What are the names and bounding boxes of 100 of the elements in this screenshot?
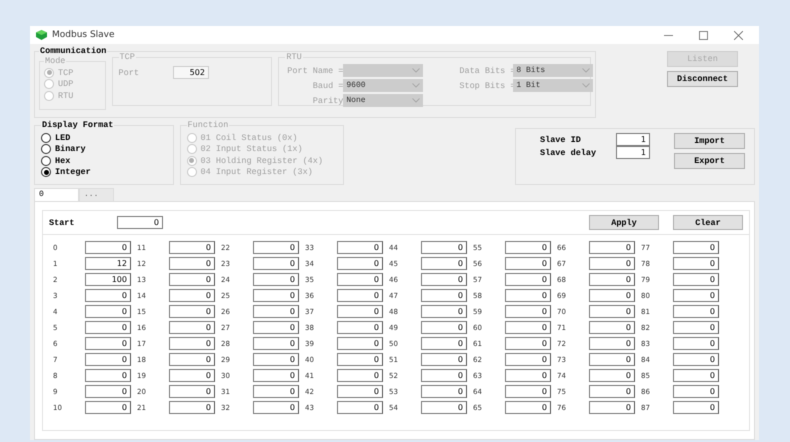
register-field[interactable]: 0: [253, 385, 299, 398]
register-field[interactable]: 0: [589, 273, 635, 286]
register-field[interactable]: 0: [337, 289, 383, 302]
register-field[interactable]: 0: [589, 353, 635, 366]
register-field[interactable]: 0: [505, 289, 551, 302]
register-field[interactable]: 0: [253, 241, 299, 254]
start-field[interactable]: 0: [117, 216, 163, 229]
register-field[interactable]: 0: [673, 273, 719, 286]
register-field[interactable]: 0: [421, 353, 467, 366]
register-field[interactable]: 0: [85, 241, 131, 254]
register-field[interactable]: 0: [505, 257, 551, 270]
register-field[interactable]: 0: [673, 385, 719, 398]
register-field[interactable]: 0: [337, 401, 383, 414]
register-field[interactable]: 0: [421, 369, 467, 382]
radio-option[interactable]: Hex: [41, 155, 167, 166]
register-field[interactable]: 0: [421, 401, 467, 414]
register-field[interactable]: 0: [169, 289, 215, 302]
register-field[interactable]: 0: [253, 369, 299, 382]
register-field[interactable]: 0: [505, 401, 551, 414]
register-field[interactable]: 0: [85, 401, 131, 414]
action-button[interactable]: Apply: [589, 215, 659, 230]
register-field[interactable]: 100: [85, 273, 131, 286]
input-field[interactable]: 1: [616, 146, 650, 159]
register-field[interactable]: 0: [337, 353, 383, 366]
register-field[interactable]: 0: [673, 257, 719, 270]
slave-button[interactable]: Import: [674, 133, 745, 149]
register-field[interactable]: 0: [169, 321, 215, 334]
register-field[interactable]: 0: [169, 305, 215, 318]
register-field[interactable]: 0: [253, 273, 299, 286]
register-field[interactable]: 0: [673, 369, 719, 382]
register-field[interactable]: 0: [421, 305, 467, 318]
register-field[interactable]: 0: [337, 257, 383, 270]
register-field[interactable]: 0: [673, 305, 719, 318]
register-field[interactable]: 0: [337, 337, 383, 350]
register-field[interactable]: 12: [85, 257, 131, 270]
register-field[interactable]: 0: [169, 273, 215, 286]
register-field[interactable]: 0: [589, 337, 635, 350]
register-field[interactable]: 0: [421, 385, 467, 398]
register-field[interactable]: 0: [421, 289, 467, 302]
register-field[interactable]: 0: [169, 369, 215, 382]
register-field[interactable]: 0: [253, 321, 299, 334]
connection-button[interactable]: Disconnect: [667, 71, 738, 87]
register-field[interactable]: 0: [505, 321, 551, 334]
register-field[interactable]: 0: [589, 401, 635, 414]
register-field[interactable]: 0: [589, 321, 635, 334]
action-button[interactable]: Clear: [673, 215, 743, 230]
register-field[interactable]: 0: [673, 401, 719, 414]
register-field[interactable]: 0: [589, 369, 635, 382]
register-field[interactable]: 0: [85, 337, 131, 350]
register-field[interactable]: 0: [337, 369, 383, 382]
register-field[interactable]: 0: [253, 401, 299, 414]
register-field[interactable]: 0: [337, 241, 383, 254]
register-field[interactable]: 0: [85, 369, 131, 382]
register-field[interactable]: 0: [253, 353, 299, 366]
radio-option[interactable]: Binary: [41, 144, 167, 155]
register-field[interactable]: 0: [169, 257, 215, 270]
register-field[interactable]: 0: [169, 385, 215, 398]
register-field[interactable]: 0: [85, 353, 131, 366]
register-field[interactable]: 0: [505, 353, 551, 366]
register-field[interactable]: 0: [421, 337, 467, 350]
register-field[interactable]: 0: [85, 385, 131, 398]
register-field[interactable]: 0: [589, 257, 635, 270]
input-field[interactable]: 1: [616, 133, 650, 146]
register-field[interactable]: 0: [505, 273, 551, 286]
register-field[interactable]: 0: [505, 337, 551, 350]
register-field[interactable]: 0: [673, 241, 719, 254]
register-field[interactable]: 0: [253, 289, 299, 302]
register-field[interactable]: 0: [169, 353, 215, 366]
register-field[interactable]: 0: [421, 241, 467, 254]
radio-option[interactable]: LED: [41, 132, 167, 144]
register-field[interactable]: 0: [589, 305, 635, 318]
register-field[interactable]: 0: [505, 385, 551, 398]
register-field[interactable]: 0: [337, 305, 383, 318]
register-field[interactable]: 0: [421, 321, 467, 334]
register-field[interactable]: 0: [673, 353, 719, 366]
register-field[interactable]: 0: [505, 305, 551, 318]
tab[interactable]: 0: [34, 188, 79, 201]
register-field[interactable]: 0: [673, 337, 719, 350]
register-field[interactable]: 0: [337, 273, 383, 286]
register-field[interactable]: 0: [253, 305, 299, 318]
tab[interactable]: ...: [79, 188, 114, 201]
register-field[interactable]: 0: [169, 337, 215, 350]
register-field[interactable]: 0: [85, 321, 131, 334]
register-field[interactable]: 0: [253, 257, 299, 270]
register-field[interactable]: 0: [505, 369, 551, 382]
register-field[interactable]: 0: [589, 289, 635, 302]
register-field[interactable]: 0: [337, 321, 383, 334]
register-field[interactable]: 0: [589, 385, 635, 398]
register-field[interactable]: 0: [169, 241, 215, 254]
register-field[interactable]: 0: [85, 305, 131, 318]
slave-button[interactable]: Export: [674, 153, 745, 169]
register-field[interactable]: 0: [589, 241, 635, 254]
register-field[interactable]: 0: [421, 257, 467, 270]
register-field[interactable]: 0: [337, 385, 383, 398]
register-field[interactable]: 0: [673, 321, 719, 334]
register-field[interactable]: 0: [253, 337, 299, 350]
radio-option[interactable]: Integer: [41, 166, 167, 178]
register-field[interactable]: 0: [169, 401, 215, 414]
register-field[interactable]: 0: [673, 289, 719, 302]
register-field[interactable]: 0: [85, 289, 131, 302]
